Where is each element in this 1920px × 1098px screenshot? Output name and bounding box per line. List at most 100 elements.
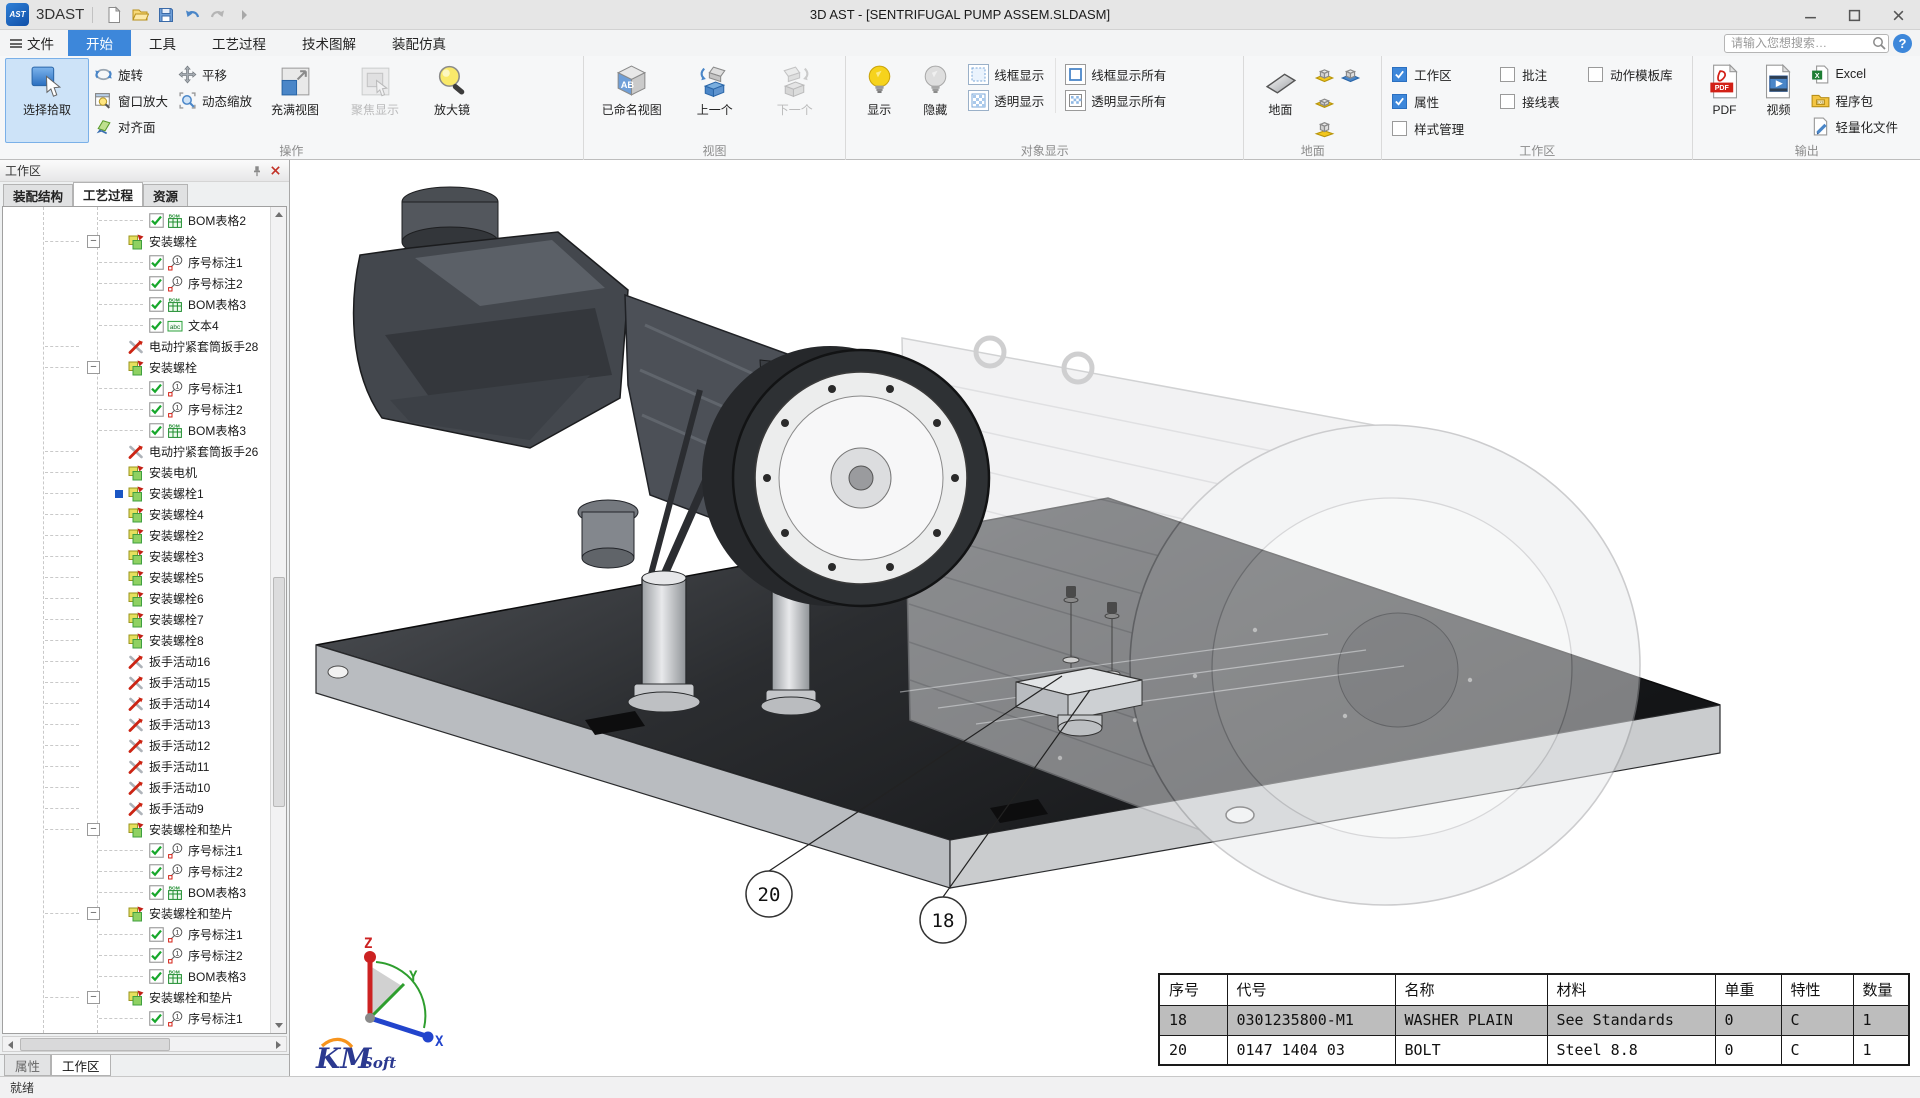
checkbox-checked-icon[interactable] (149, 927, 164, 942)
tree-item[interactable]: abc文本4 (3, 315, 269, 336)
tree-item[interactable]: 安装电机 (3, 462, 269, 483)
transparent-display-button[interactable]: 透明显示 (963, 87, 1049, 113)
fit-view-button[interactable]: 充满视图 (257, 58, 333, 143)
tab-tools[interactable]: 工具 (131, 30, 194, 56)
show-button[interactable]: 显示 (851, 58, 907, 143)
tree-item[interactable]: 扳手活动9 (3, 798, 269, 819)
focus-display-button[interactable]: 聚焦显示 (333, 58, 417, 143)
tree-item[interactable]: 安装螺栓5 (3, 567, 269, 588)
tree-item[interactable]: 安装螺栓1 (3, 483, 269, 504)
minimize-button[interactable] (1788, 0, 1832, 30)
tree-item[interactable]: 扳手活动16 (3, 651, 269, 672)
bom-row[interactable]: 200147 1404 03BOLTSteel 8.80C1 (1159, 1035, 1909, 1065)
scrollbar-thumb[interactable] (20, 1038, 170, 1051)
tab-resources[interactable]: 资源 (143, 184, 188, 206)
export-pdf-button[interactable]: PDF PDF (1698, 58, 1750, 143)
export-lightweight-button[interactable]: 轻量化文件 (1806, 113, 1903, 139)
tab-process[interactable]: 工艺过程 (194, 30, 284, 56)
wireframe-display-all-button[interactable]: 线框显示所有 (1060, 61, 1171, 87)
collapse-toggle-icon[interactable]: − (87, 907, 100, 920)
checkbox-checked-icon[interactable] (149, 864, 164, 879)
action-template-library-checkbox[interactable]: 动作模板库 (1583, 61, 1687, 88)
scroll-right-button[interactable] (271, 1038, 286, 1051)
scroll-left-button[interactable] (3, 1038, 18, 1051)
tree-item[interactable]: 1序号标注2 (3, 945, 269, 966)
checkbox-checked-icon[interactable] (149, 297, 164, 312)
tree-item[interactable]: −安装螺栓 (3, 357, 269, 378)
tree-item[interactable]: 安装螺栓2 (3, 525, 269, 546)
tree-item[interactable]: 1序号标注1 (3, 840, 269, 861)
tree-item[interactable]: 安装螺栓3 (3, 546, 269, 567)
tree-item[interactable]: BOMBOM表格3 (3, 966, 269, 987)
maximize-button[interactable] (1832, 0, 1876, 30)
wireframe-display-button[interactable]: 线框显示 (963, 61, 1049, 87)
tree-item[interactable]: BOMBOM表格3 (3, 882, 269, 903)
collapse-toggle-icon[interactable]: − (87, 235, 100, 248)
tree-item[interactable]: −安装螺栓和垫片 (3, 903, 269, 924)
tree-item[interactable]: 扳手活动11 (3, 756, 269, 777)
dynamic-zoom-button[interactable]: 动态缩放 (173, 87, 257, 113)
search-icon[interactable] (1871, 35, 1887, 51)
balloon-18[interactable]: 18 (920, 897, 966, 943)
tree-item[interactable]: 电动拧紧套筒扳手28 (3, 336, 269, 357)
previous-view-button[interactable]: 上一个 (675, 58, 755, 143)
tree-item[interactable]: BOMBOM表格2 (3, 210, 269, 231)
tree-item[interactable]: 扳手活动12 (3, 735, 269, 756)
tree-item[interactable]: 安装螺栓4 (3, 504, 269, 525)
tree-item[interactable]: 1序号标注1 (3, 1008, 269, 1029)
window-zoom-button[interactable]: 窗口放大 (89, 87, 173, 113)
pan-button[interactable]: 平移 (173, 61, 257, 87)
checkbox-checked-icon[interactable] (149, 402, 164, 417)
tab-technical-illustration[interactable]: 技术图解 (284, 30, 374, 56)
style-manager-checkbox[interactable]: 样式管理 (1387, 115, 1495, 142)
align-face-button[interactable]: 对齐面 (89, 113, 173, 139)
export-excel-button[interactable]: X Excel (1806, 61, 1903, 87)
file-menu-button[interactable]: 文件 (0, 30, 68, 56)
checkbox-checked-icon[interactable] (149, 318, 164, 333)
property-checkbox[interactable]: 属性 (1387, 88, 1495, 115)
pin-button[interactable] (248, 163, 266, 179)
select-pick-button[interactable]: 选择拾取 (5, 58, 89, 143)
checkbox-checked-icon[interactable] (149, 423, 164, 438)
tab-process-tree[interactable]: 工艺过程 (73, 182, 143, 206)
checkbox-checked-icon[interactable] (149, 1011, 164, 1026)
collapse-toggle-icon[interactable]: − (87, 991, 100, 1004)
export-package-button[interactable]: EXE 程序包 (1806, 87, 1903, 113)
tab-assembly-structure[interactable]: 装配结构 (3, 184, 73, 206)
collapse-toggle-icon[interactable]: − (87, 361, 100, 374)
tree-item[interactable]: 扳手活动13 (3, 714, 269, 735)
checkbox-checked-icon[interactable] (149, 843, 164, 858)
panel-header[interactable]: 工作区 (0, 160, 289, 182)
ground-position-middle-button[interactable] (1311, 88, 1337, 115)
wiring-list-checkbox[interactable]: 接线表 (1495, 88, 1583, 115)
tree-item[interactable]: BOMBOM表格3 (3, 294, 269, 315)
tab-workspace[interactable]: 工作区 (51, 1055, 111, 1076)
tree-item[interactable]: 1序号标注2 (3, 273, 269, 294)
search-input[interactable] (1724, 34, 1889, 53)
balloon-20[interactable]: 20 (746, 871, 792, 917)
ground-position-selected-button[interactable] (1337, 61, 1363, 88)
tree-item[interactable]: −安装螺栓 (3, 231, 269, 252)
collapse-toggle-icon[interactable]: − (87, 823, 100, 836)
bom-row[interactable]: 180301235800-M1WASHER PLAINSee Standards… (1159, 1005, 1909, 1035)
tab-home[interactable]: 开始 (68, 30, 131, 56)
annotation-checkbox[interactable]: 批注 (1495, 61, 1583, 88)
ground-position-bottom-button[interactable] (1311, 61, 1337, 88)
checkbox-checked-icon[interactable] (149, 276, 164, 291)
rotate-button[interactable]: 旋转 (89, 61, 173, 87)
tree-item[interactable]: 安装螺栓6 (3, 588, 269, 609)
checkbox-checked-icon[interactable] (149, 255, 164, 270)
3d-viewport[interactable]: 20 18 Z Y X KM Soft (290, 160, 1920, 1076)
tree-item[interactable]: 安装螺栓7 (3, 609, 269, 630)
checkbox-checked-icon[interactable] (149, 885, 164, 900)
checkbox-checked-icon[interactable] (149, 969, 164, 984)
panel-close-button[interactable] (266, 163, 284, 179)
checkbox-checked-icon[interactable] (149, 213, 164, 228)
tree-item[interactable]: 电动拧紧套筒扳手26 (3, 441, 269, 462)
horizontal-scrollbar[interactable] (2, 1036, 287, 1052)
ground-position-top-button[interactable] (1311, 115, 1337, 142)
next-view-button[interactable]: 下一个 (755, 58, 835, 143)
tree-item[interactable]: −安装螺栓和垫片 (3, 819, 269, 840)
magnifier-button[interactable]: 放大镜 (417, 58, 487, 143)
tree-item[interactable]: 1序号标注2 (3, 399, 269, 420)
